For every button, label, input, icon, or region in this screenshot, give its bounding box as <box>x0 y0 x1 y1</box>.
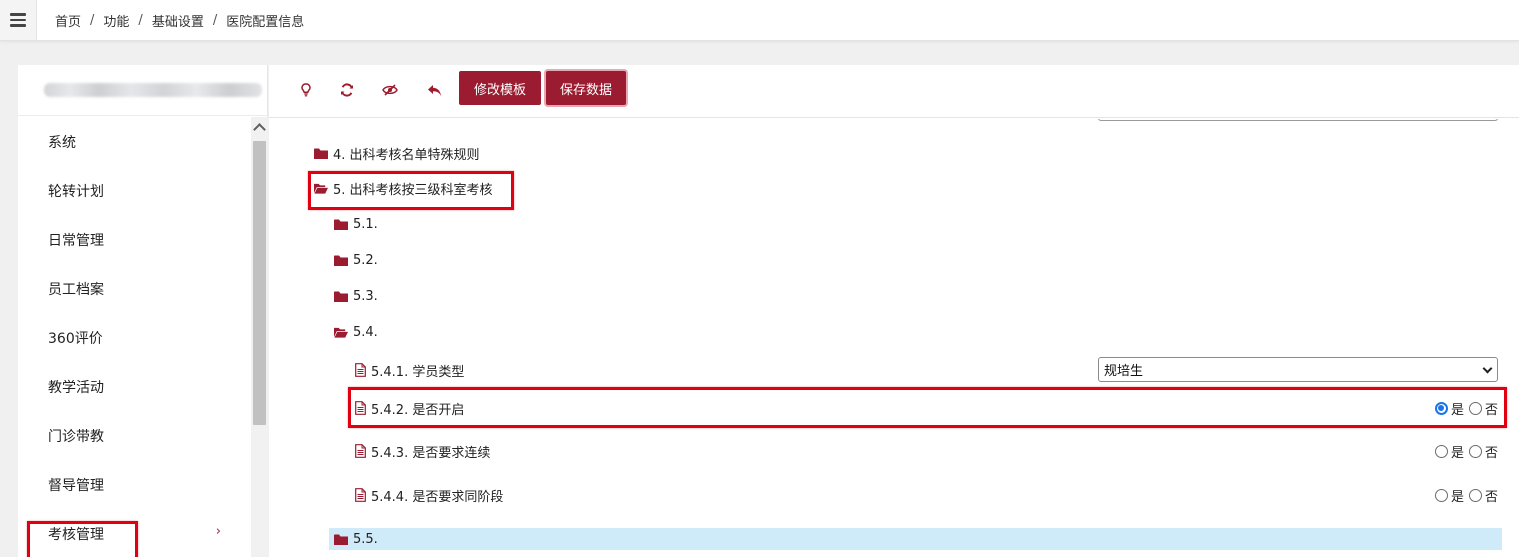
sidebar-header <box>18 65 267 116</box>
same-stage-no-radio[interactable] <box>1468 488 1482 502</box>
tree-row-label: 5.2. <box>353 252 378 268</box>
tree-row-partial <box>269 119 1519 125</box>
sidebar-item-label: 门诊带教 <box>48 428 104 445</box>
breadcrumb-basic-settings[interactable]: 基础设置 <box>152 11 204 30</box>
enable-radio-group: 是 否 <box>1434 399 1498 418</box>
sidebar-item-label: 教学活动 <box>48 379 104 396</box>
sidebar-item-label: 360评价 <box>48 330 103 347</box>
sidebar-item-label: 员工档案 <box>48 281 104 298</box>
sidebar-item-label: 督导管理 <box>48 477 104 494</box>
tree-row-5-4-2: 5.4.2. 是否开启 是 否 <box>269 393 1519 423</box>
sidebar-item-teaching-activities[interactable]: 教学活动 <box>18 362 251 411</box>
sidebar-item-system[interactable]: 系统 <box>18 117 251 166</box>
sidebar: 系统 轮转计划 日常管理 员工档案 360评价 教学活动 门诊带教 督导管理 考… <box>18 65 268 557</box>
sidebar-item-360-evaluation[interactable]: 360评价 <box>18 313 251 362</box>
breadcrumb-home[interactable]: 首页 <box>55 11 81 30</box>
folder-open-icon <box>334 327 348 338</box>
enable-no-radio[interactable] <box>1468 401 1482 415</box>
folder-icon <box>334 291 348 302</box>
tree-row-5-1[interactable]: 5.1. <box>269 209 1519 239</box>
scrollbar-thumb[interactable] <box>253 141 266 425</box>
sidebar-item-supervision[interactable]: 督导管理 <box>18 460 251 509</box>
folder-icon <box>334 219 348 230</box>
reply-icon[interactable] <box>422 79 446 101</box>
same-stage-radio-group: 是 否 <box>1434 486 1498 505</box>
scroll-up-arrow-icon[interactable] <box>253 123 266 136</box>
continuous-radio-group: 是 否 <box>1434 442 1498 461</box>
tree-row-label: 5.4.1. 学员类型 <box>371 364 465 380</box>
tree-row-5[interactable]: 5. 出科考核按三级科室考核 <box>269 173 1519 203</box>
document-icon <box>355 401 366 415</box>
folder-icon <box>314 148 328 159</box>
document-icon <box>355 444 366 458</box>
sidebar-item-label: 日常管理 <box>48 232 104 249</box>
tree-row-5-4[interactable]: 5.4. <box>269 317 1519 347</box>
tree-row-5-5[interactable]: 5.5. <box>329 528 1502 550</box>
hamburger-menu-icon[interactable] <box>0 0 37 40</box>
document-icon <box>355 488 366 502</box>
chevron-right-icon: › <box>215 524 221 539</box>
radio-label-no: 否 <box>1484 445 1498 461</box>
tree-row-5-2[interactable]: 5.2. <box>269 245 1519 275</box>
sidebar-item-outpatient-teaching[interactable]: 门诊带教 <box>18 411 251 460</box>
same-stage-yes-radio[interactable] <box>1434 488 1448 502</box>
sidebar-item-assessment[interactable]: 考核管理 › <box>18 509 251 557</box>
radio-label-yes: 是 <box>1450 402 1464 418</box>
continuous-no-radio[interactable] <box>1468 444 1482 458</box>
breadcrumb-features[interactable]: 功能 <box>103 11 129 30</box>
sidebar-scrollbar[interactable] <box>251 117 268 557</box>
main-panel: 修改模板 保存数据 4. 出科考核名单特殊规则 5. 出科考核按三级科室考核 5… <box>269 65 1519 557</box>
enable-yes-radio[interactable] <box>1434 401 1448 415</box>
breadcrumb-hospital-config: 医院配置信息 <box>226 15 305 30</box>
config-tree: 4. 出科考核名单特殊规则 5. 出科考核按三级科室考核 5.1. 5.2. 5… <box>269 119 1519 557</box>
toolbar: 修改模板 保存数据 <box>269 65 1519 118</box>
save-data-button[interactable]: 保存数据 <box>546 71 626 105</box>
config-input-field[interactable] <box>1098 119 1498 121</box>
sidebar-item-daily-management[interactable]: 日常管理 <box>18 215 251 264</box>
edit-template-button[interactable]: 修改模板 <box>459 71 541 105</box>
tree-row-4[interactable]: 4. 出科考核名单特殊规则 <box>269 138 1519 168</box>
top-bar: 首页 / 功能 / 基础设置 / 医院配置信息 <box>0 0 1519 41</box>
sidebar-item-label: 轮转计划 <box>48 183 104 200</box>
refresh-icon[interactable] <box>335 79 359 101</box>
tree-row-label: 4. 出科考核名单特殊规则 <box>333 147 480 163</box>
continuous-yes-radio[interactable] <box>1434 444 1448 458</box>
blurred-hospital-name <box>44 83 262 97</box>
folder-icon <box>334 534 348 545</box>
tree-row-label: 5.1. <box>353 216 378 232</box>
sidebar-item-label: 考核管理 <box>48 526 104 543</box>
tree-row-label: 5.4. <box>353 324 378 340</box>
radio-label-yes: 是 <box>1450 445 1464 461</box>
sidebar-item-label: 系统 <box>48 134 76 151</box>
lightbulb-icon[interactable] <box>294 79 318 101</box>
tree-row-label: 5.3. <box>353 288 378 304</box>
student-type-select[interactable]: 规培生 <box>1098 357 1498 382</box>
tree-row-label: 5. 出科考核按三级科室考核 <box>333 182 493 198</box>
tree-row-label: 5.5. <box>353 531 378 547</box>
tree-row-label: 5.4.3. 是否要求连续 <box>371 445 491 461</box>
tree-row-label: 5.4.2. 是否开启 <box>371 402 465 418</box>
sidebar-item-rotation-plan[interactable]: 轮转计划 <box>18 166 251 215</box>
tree-row-5-3[interactable]: 5.3. <box>269 281 1519 311</box>
breadcrumb-separator: / <box>90 13 95 28</box>
folder-icon <box>334 255 348 266</box>
radio-label-yes: 是 <box>1450 489 1464 505</box>
chevron-down-icon <box>1482 363 1493 374</box>
sidebar-item-staff-files[interactable]: 员工档案 <box>18 264 251 313</box>
tree-row-5-4-1: 5.4.1. 学员类型 规培生 <box>269 355 1519 385</box>
eye-slash-icon[interactable] <box>378 79 402 101</box>
folder-open-icon <box>314 183 328 194</box>
tree-row-5-4-4: 5.4.4. 是否要求同阶段 是 否 <box>269 480 1519 510</box>
student-type-value: 规培生 <box>1104 364 1144 379</box>
breadcrumb-separator: / <box>212 13 218 28</box>
breadcrumb: 首页 / 功能 / 基础设置 / 医院配置信息 <box>55 11 304 30</box>
tree-row-5-4-3: 5.4.3. 是否要求连续 是 否 <box>269 436 1519 466</box>
breadcrumb-separator: / <box>138 13 143 28</box>
document-icon <box>355 363 366 377</box>
radio-label-no: 否 <box>1484 489 1498 505</box>
tree-row-label: 5.4.4. 是否要求同阶段 <box>371 489 504 505</box>
radio-label-no: 否 <box>1484 402 1498 418</box>
sidebar-menu: 系统 轮转计划 日常管理 员工档案 360评价 教学活动 门诊带教 督导管理 考… <box>18 117 251 557</box>
